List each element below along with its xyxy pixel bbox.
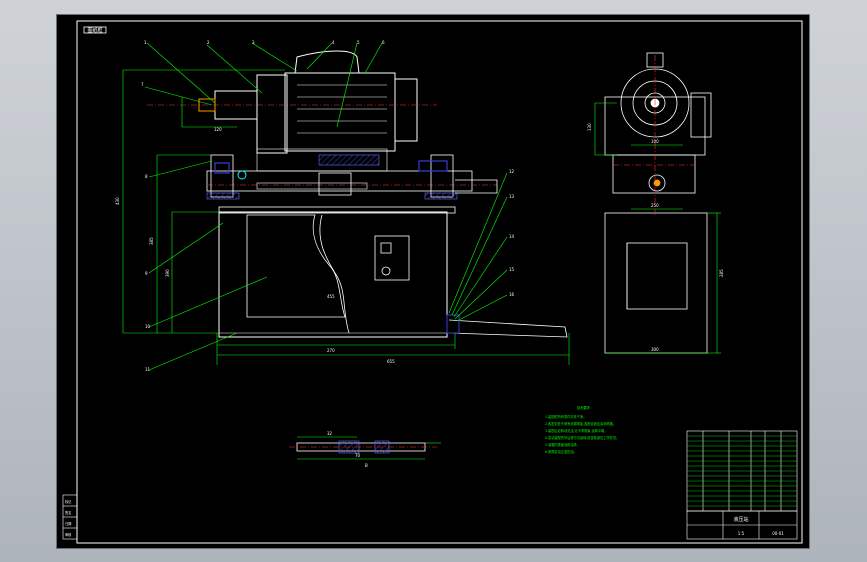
dim-text-8: 655 <box>387 359 395 364</box>
dim-text-10: 250 <box>651 203 659 208</box>
dim-text-3: 430 <box>115 197 120 205</box>
balloon-13: 13 <box>509 194 515 199</box>
balloon-6: 6 <box>382 40 385 45</box>
gauge-dial <box>381 266 391 276</box>
left-strip-3: 日期 <box>65 521 71 526</box>
balloon-5: 5 <box>357 40 360 45</box>
balloon-14: 14 <box>509 234 515 239</box>
tank-cutaway <box>246 214 346 318</box>
level-gauge <box>374 235 410 281</box>
title-block-title: 液压站 <box>733 516 748 523</box>
side-dimension-texts: 130 100 250 300 285 <box>587 123 724 352</box>
terminal-box <box>690 92 712 138</box>
motor-endcap <box>394 78 418 142</box>
note-1: 1.装配前所有零件清洗干净。 <box>545 414 586 419</box>
coupling-housing <box>256 74 288 154</box>
note-6: 6.按规定加注液压油。 <box>545 449 577 454</box>
dim-text-2: 100 <box>651 139 659 144</box>
motor-fins <box>297 84 387 134</box>
dim-text-9: 130 <box>587 123 592 131</box>
note-2: 2.各密封处不得有渗漏现象,各配合面应涂润滑脂。 <box>545 421 616 426</box>
left-strip-2: 签名 <box>65 510 71 515</box>
drawing-canvas: 图纸框 1 2 3 4 5 6 7 8 9 10 11 12 13 14 15 … <box>62 20 803 544</box>
balloon-10: 10 <box>145 324 151 329</box>
balloon-11: 11 <box>145 367 151 372</box>
dim-text-14: 32 <box>327 431 333 436</box>
base-plate <box>206 170 473 192</box>
shaft-detail: 70 32 B <box>289 431 441 468</box>
cad-viewport[interactable]: 图纸框 1 2 3 4 5 6 7 8 9 10 11 12 13 14 15 … <box>56 14 810 549</box>
left-strip-1: 标记 <box>65 499 72 504</box>
dim-text-1: 120 <box>214 127 222 132</box>
dim-text-4: 385 <box>149 237 154 245</box>
balloon-4: 4 <box>332 40 335 45</box>
drain-line <box>448 319 568 338</box>
front-view <box>147 50 568 338</box>
dim-text-11: 300 <box>651 347 659 352</box>
note-3: 3.装配后应转动灵活,无卡滞现象,运转平稳。 <box>545 428 607 433</box>
balloon-7: 7 <box>141 82 144 87</box>
dim-text-7: 270 <box>327 348 335 353</box>
parts-list-rows <box>687 435 797 507</box>
left-strip-labels: 标记 签名 日期 审核 <box>65 499 72 537</box>
dim-text-6: 455 <box>327 294 335 299</box>
notes-title: 技术要求 <box>577 405 591 410</box>
left-strip-4: 审核 <box>65 532 72 537</box>
balloon-1: 1 <box>144 40 147 45</box>
note-5: 5.油箱内表面涂耐油漆。 <box>545 442 580 447</box>
balloon-15: 15 <box>509 267 515 272</box>
drawing-border <box>76 20 803 544</box>
balloon-16: 16 <box>509 292 515 297</box>
balloon-9: 9 <box>145 271 148 276</box>
motor-cover <box>294 50 360 74</box>
oil-tank <box>218 211 448 338</box>
title-block-drawing-no: 00-01 <box>772 531 784 536</box>
balloon-8: 8 <box>145 174 148 179</box>
frame-tag-text: 图纸框 <box>87 27 102 34</box>
balloon-2: 2 <box>207 40 210 45</box>
balloon-12: 12 <box>509 169 515 174</box>
technical-notes: 技术要求 1.装配前所有零件清洗干净。 2.各密封处不得有渗漏现象,各配合面应涂… <box>545 405 619 454</box>
note-4: 4.泵站装配完毕后进行试运转,检查各部位工作情况。 <box>545 435 619 440</box>
motor-feet <box>318 154 380 166</box>
dim-text-15: B <box>365 463 368 468</box>
dim-text-5: 390 <box>165 269 170 277</box>
gauge-window <box>380 242 392 254</box>
side-tank <box>604 212 708 354</box>
dim-text-12: 285 <box>719 269 724 277</box>
dim-text-13: 70 <box>355 453 361 458</box>
title-block-scale: 1:5 <box>738 531 745 536</box>
